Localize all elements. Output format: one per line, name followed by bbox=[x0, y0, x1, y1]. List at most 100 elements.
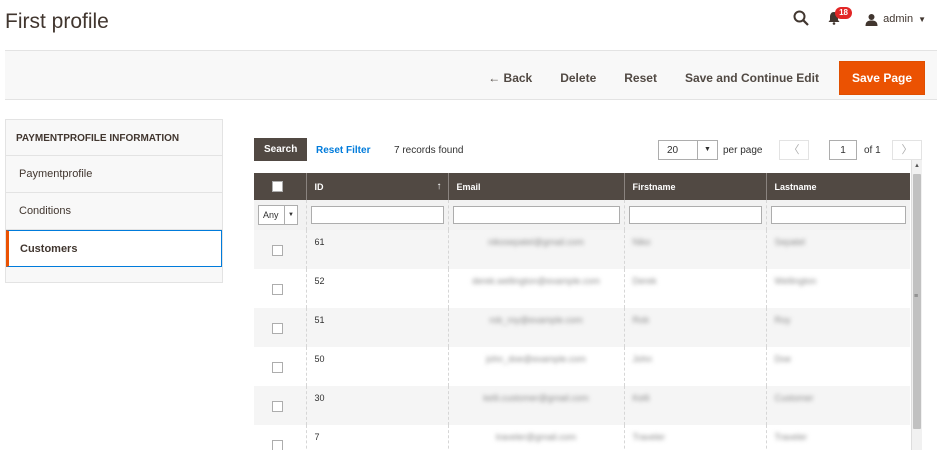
id-filter-input[interactable] bbox=[310, 205, 444, 224]
back-button[interactable]: ← Back bbox=[474, 63, 546, 93]
row-checkbox[interactable] bbox=[272, 401, 283, 412]
row-checkbox-cell bbox=[254, 386, 307, 425]
delete-button[interactable]: Delete bbox=[546, 63, 610, 93]
firstname-filter-input[interactable] bbox=[628, 205, 762, 224]
current-page-input[interactable]: 1 bbox=[829, 140, 857, 160]
page-header: First profile 18 admin ▼ bbox=[0, 0, 940, 48]
cell-id: 51 bbox=[306, 308, 449, 347]
filter-cell-firstname bbox=[624, 200, 767, 230]
lastname-filter-input[interactable] bbox=[770, 205, 906, 224]
row-checkbox[interactable] bbox=[272, 440, 283, 450]
cell-email: derek.wellington@example.com bbox=[448, 269, 625, 308]
grid-toolbar: Search Reset Filter 7 records found 20 ▼… bbox=[254, 138, 922, 164]
sidebar-title: PAYMENTPROFILE INFORMATION bbox=[6, 120, 222, 156]
customers-grid: ID ↑ Email Firstname Lastname Any ▼ 61 n… bbox=[254, 173, 910, 450]
cell-firstname: Niko bbox=[624, 230, 767, 269]
cell-id: 30 bbox=[306, 386, 449, 425]
lastname-value: Sepatel bbox=[774, 237, 806, 247]
cell-email: john_doe@example.com bbox=[448, 347, 625, 386]
select-all-header[interactable] bbox=[254, 173, 307, 200]
in-customers-filter-value: Any bbox=[263, 210, 279, 220]
notification-count-badge: 18 bbox=[835, 7, 853, 19]
firstname-value: Niko bbox=[632, 237, 651, 247]
column-header-firstname[interactable]: Firstname bbox=[624, 173, 767, 200]
cell-id: 52 bbox=[306, 269, 449, 308]
row-checkbox[interactable] bbox=[272, 362, 283, 373]
chevron-down-icon: ▼ bbox=[918, 14, 926, 24]
row-checkbox[interactable] bbox=[272, 323, 283, 334]
per-page-label: per page bbox=[723, 145, 763, 156]
scroll-up-arrow-icon[interactable]: ▲ bbox=[912, 160, 922, 172]
search-icon[interactable] bbox=[793, 10, 811, 28]
cell-firstname: Kelli bbox=[624, 386, 767, 425]
lastname-value: Roy bbox=[774, 315, 791, 325]
email-filter-input[interactable] bbox=[452, 205, 620, 224]
reset-button[interactable]: Reset bbox=[610, 63, 671, 93]
table-row[interactable]: 30 kelli.customer@gmail.com Kelli Custom… bbox=[254, 386, 910, 425]
cell-id: 7 bbox=[306, 425, 449, 450]
per-page-value: 20 bbox=[667, 145, 679, 156]
filter-cell-email bbox=[448, 200, 625, 230]
row-checkbox[interactable] bbox=[272, 284, 283, 295]
row-checkbox-cell bbox=[254, 347, 307, 386]
select-all-checkbox[interactable] bbox=[272, 181, 283, 192]
cell-firstname: Traveler bbox=[624, 425, 767, 450]
cell-firstname: Derek bbox=[624, 269, 767, 308]
table-row[interactable]: 51 rob_roy@example.com Rob Roy bbox=[254, 308, 910, 347]
email-value: rob_roy@example.com bbox=[489, 315, 583, 325]
row-checkbox-cell bbox=[254, 308, 307, 347]
scrollbar-thumb[interactable] bbox=[913, 174, 921, 429]
email-value: traveler@gmail.com bbox=[495, 432, 577, 442]
in-customers-filter-select[interactable]: Any ▼ bbox=[258, 205, 298, 225]
cell-firstname: John bbox=[624, 347, 767, 386]
email-value: nikosepatel@gmail.com bbox=[488, 237, 584, 247]
scrollbar-grip-icon: ≡ bbox=[914, 293, 919, 300]
cell-id: 61 bbox=[306, 230, 449, 269]
admin-username: admin bbox=[883, 13, 914, 25]
column-header-lastname[interactable]: Lastname bbox=[766, 173, 910, 200]
cell-lastname: Sepatel bbox=[766, 230, 910, 269]
chevron-down-icon: ▼ bbox=[697, 141, 717, 159]
save-and-continue-button[interactable]: Save and Continue Edit bbox=[671, 63, 833, 93]
table-row[interactable]: 7 traveler@gmail.com Traveler Traveler bbox=[254, 425, 910, 450]
page-actions-bar: ← Back Delete Reset Save and Continue Ed… bbox=[5, 50, 937, 100]
admin-menu[interactable]: admin ▼ bbox=[865, 13, 926, 26]
filter-cell-id bbox=[306, 200, 449, 230]
sidebar-item-customers[interactable]: Customers bbox=[6, 230, 222, 267]
cell-email: rob_roy@example.com bbox=[448, 308, 625, 347]
cell-email: traveler@gmail.com bbox=[448, 425, 625, 450]
grid-scrollbar[interactable]: ▲ ≡ bbox=[911, 160, 922, 450]
column-header-id-label: ID bbox=[314, 181, 324, 192]
firstname-value: John bbox=[632, 354, 653, 364]
sidebar-tabs: PAYMENTPROFILE INFORMATION Paymentprofil… bbox=[5, 119, 223, 283]
reset-filter-link[interactable]: Reset Filter bbox=[316, 145, 370, 156]
search-button[interactable]: Search bbox=[254, 138, 308, 161]
firstname-value: Rob bbox=[632, 315, 650, 325]
user-icon bbox=[865, 13, 878, 26]
per-page-select[interactable]: 20 ▼ bbox=[658, 140, 718, 160]
table-row[interactable]: 50 john_doe@example.com John Doe bbox=[254, 347, 910, 386]
previous-page-button[interactable]: 〈 bbox=[779, 140, 809, 160]
row-checkbox[interactable] bbox=[272, 245, 283, 256]
table-header-row: ID ↑ Email Firstname Lastname bbox=[254, 173, 910, 200]
sidebar-item-conditions[interactable]: Conditions bbox=[6, 193, 222, 230]
next-page-button[interactable]: 〉 bbox=[892, 140, 922, 160]
save-page-button[interactable]: Save Page bbox=[838, 61, 925, 95]
firstname-value: Derek bbox=[632, 276, 657, 286]
page-actions: ← Back Delete Reset Save and Continue Ed… bbox=[474, 61, 925, 95]
email-value: john_doe@example.com bbox=[486, 354, 586, 364]
table-row[interactable]: 61 nikosepatel@gmail.com Niko Sepatel bbox=[254, 230, 910, 269]
lastname-value: Wellington bbox=[774, 276, 817, 286]
column-header-email[interactable]: Email bbox=[448, 173, 625, 200]
row-checkbox-cell bbox=[254, 269, 307, 308]
row-checkbox-cell bbox=[254, 230, 307, 269]
cell-email: kelli.customer@gmail.com bbox=[448, 386, 625, 425]
firstname-value: Kelli bbox=[632, 393, 650, 403]
table-row[interactable]: 52 derek.wellington@example.com Derek We… bbox=[254, 269, 910, 308]
sidebar-item-paymentprofile[interactable]: Paymentprofile bbox=[6, 156, 222, 193]
column-header-id[interactable]: ID ↑ bbox=[306, 173, 449, 200]
filter-cell-lastname bbox=[766, 200, 910, 230]
header-actions: 18 admin ▼ bbox=[793, 7, 926, 28]
notifications-button[interactable]: 18 bbox=[827, 7, 853, 27]
sort-arrow-icon: ↑ bbox=[436, 181, 442, 192]
